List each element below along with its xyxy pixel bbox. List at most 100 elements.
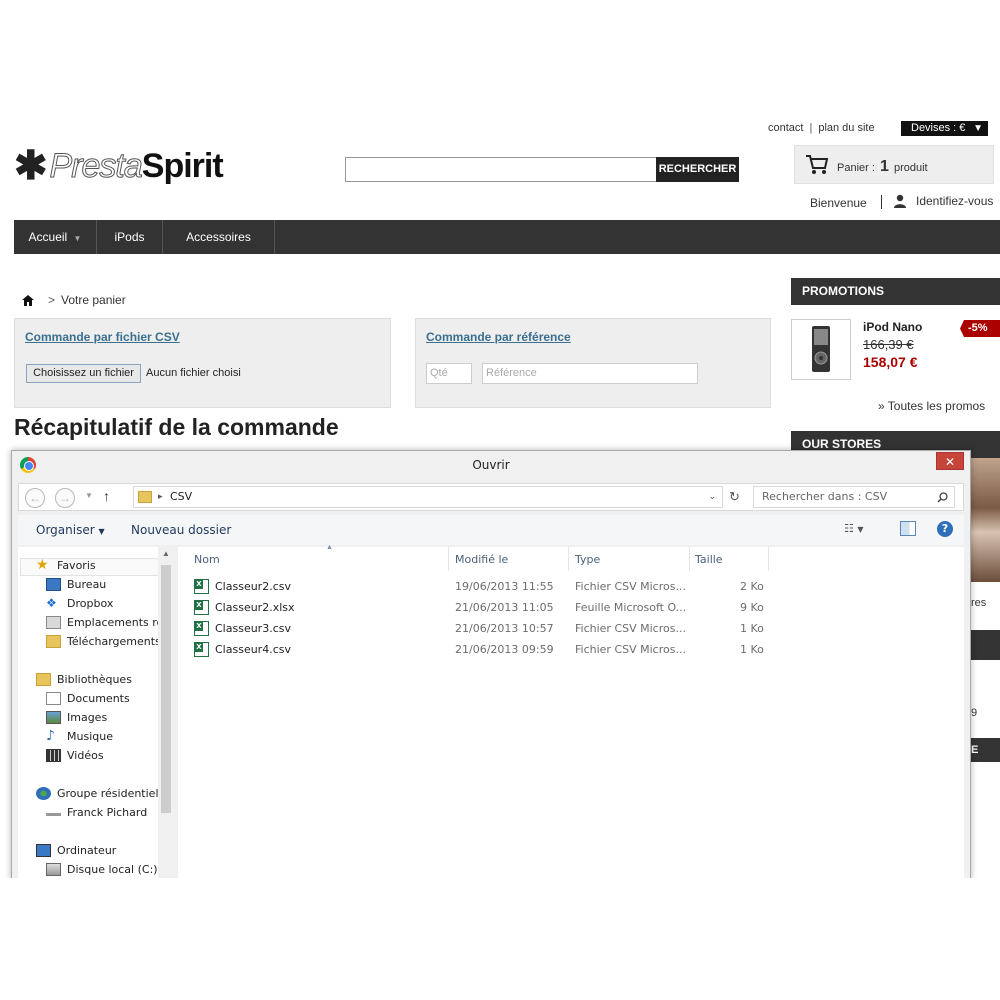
dialog-titlebar[interactable]: Ouvrir ✕ bbox=[12, 451, 970, 479]
file-row[interactable]: Classeur4.csv 21/06/2013 09:59 Fichier C… bbox=[194, 640, 774, 660]
search-icon bbox=[937, 492, 948, 503]
recent-dropdown-icon[interactable]: ▼ bbox=[85, 491, 93, 500]
all-promos-link[interactable]: » Toutes les promos bbox=[878, 399, 985, 413]
nav-favorites[interactable]: ★ Favoris bbox=[36, 557, 96, 573]
nav-item-label: Accueil bbox=[28, 230, 68, 244]
column-header-type[interactable]: Type bbox=[575, 553, 600, 566]
logo-text-bold: Spirit bbox=[141, 146, 224, 185]
column-divider[interactable] bbox=[568, 547, 569, 571]
navigation-scrollbar[interactable]: ▲ bbox=[158, 547, 174, 878]
address-bar: ← → ▼ ↑ ▸ CSV ⌄ ↻ Rechercher dans : CSV bbox=[18, 483, 964, 511]
column-divider[interactable] bbox=[689, 547, 690, 571]
scroll-thumb[interactable] bbox=[161, 565, 171, 813]
column-divider[interactable] bbox=[448, 547, 449, 571]
nav-item-accueil[interactable]: Accueil ▼ bbox=[14, 220, 97, 254]
chevron-down-icon[interactable]: ⌄ bbox=[708, 487, 716, 507]
path-folder-label[interactable]: CSV bbox=[170, 487, 192, 507]
file-row[interactable]: Classeur2.csv 19/06/2013 11:55 Fichier C… bbox=[194, 577, 774, 597]
nav-item-accessoires[interactable]: Accessoires bbox=[163, 220, 275, 254]
nav-downloads-label: Téléchargements bbox=[67, 635, 161, 648]
nav-documents-label: Documents bbox=[67, 692, 130, 705]
nav-recent-places[interactable]: Emplacements réc bbox=[46, 616, 169, 629]
up-arrow-icon[interactable]: ↑ bbox=[103, 488, 110, 504]
csv-order-title[interactable]: Commande par fichier CSV bbox=[25, 330, 180, 344]
promo-product-image[interactable] bbox=[791, 319, 851, 380]
excel-file-icon bbox=[194, 579, 209, 594]
file-row[interactable]: Classeur3.csv 21/06/2013 10:57 Fichier C… bbox=[194, 619, 774, 639]
folder-search-input[interactable]: Rechercher dans : CSV bbox=[753, 486, 955, 508]
file-type: Feuille Microsoft O... bbox=[575, 601, 687, 614]
reference-input[interactable]: Référence bbox=[482, 363, 698, 384]
close-button[interactable]: ✕ bbox=[936, 452, 964, 470]
nav-downloads[interactable]: Téléchargements bbox=[46, 635, 161, 648]
column-divider[interactable] bbox=[768, 547, 769, 571]
chevron-down-icon: ▼ bbox=[973, 123, 983, 134]
nav-music[interactable]: ♪ Musique bbox=[46, 728, 113, 744]
column-header-modified[interactable]: Modifié le bbox=[455, 553, 508, 566]
nav-homegroup-user-label: Franck Pichard bbox=[67, 806, 148, 819]
breadcrumb-current: Votre panier bbox=[61, 293, 126, 307]
nav-local-disk[interactable]: Disque local (C:) bbox=[46, 863, 158, 876]
file-size: 1 Ko bbox=[740, 643, 764, 656]
currency-label: Devises : € bbox=[911, 122, 966, 134]
nav-videos[interactable]: Vidéos bbox=[46, 749, 104, 762]
dialog-toolbar: Organiser ▼ Nouveau dossier ☷ ▼ ? bbox=[18, 515, 964, 545]
discount-badge: -5% bbox=[960, 320, 1000, 337]
nav-dropbox[interactable]: ❖ Dropbox bbox=[46, 597, 113, 611]
chevron-down-icon: ▼ bbox=[73, 234, 82, 243]
file-row[interactable]: Classeur2.xlsx 21/06/2013 11:05 Feuille … bbox=[194, 598, 774, 618]
reference-order-title[interactable]: Commande par référence bbox=[426, 330, 571, 344]
refresh-icon[interactable]: ↻ bbox=[729, 489, 740, 505]
top-links: contact | plan du site bbox=[768, 122, 875, 134]
site-logo[interactable]: ✱ Presta Spirit bbox=[14, 146, 224, 186]
file-type: Fichier CSV Micros... bbox=[575, 643, 686, 656]
quantity-input[interactable]: Qté bbox=[426, 363, 472, 384]
back-arrow-icon[interactable]: ← bbox=[25, 488, 45, 508]
preview-pane-icon[interactable] bbox=[900, 521, 916, 536]
promotions-header: PROMOTIONS bbox=[791, 278, 1000, 305]
nav-computer-label: Ordinateur bbox=[57, 844, 117, 857]
star-icon: ★ bbox=[36, 557, 49, 573]
promo-old-price: 166,39 € bbox=[863, 337, 914, 352]
help-icon[interactable]: ? bbox=[937, 521, 953, 537]
column-header-name[interactable]: Nom bbox=[194, 553, 220, 566]
nav-homegroup-label: Groupe résidentiel bbox=[57, 787, 159, 800]
forward-arrow-icon[interactable]: → bbox=[55, 488, 75, 508]
nav-bureau[interactable]: Bureau bbox=[46, 578, 106, 591]
nav-libraries[interactable]: Bibliothèques bbox=[36, 673, 132, 686]
folder-search-placeholder: Rechercher dans : CSV bbox=[762, 490, 888, 503]
choose-file-button[interactable]: Choisissez un fichier bbox=[26, 364, 141, 383]
sitemap-link[interactable]: plan du site bbox=[818, 122, 874, 134]
file-status: Aucun fichier choisi bbox=[146, 367, 241, 379]
logo-text-light: Presta bbox=[49, 146, 143, 185]
store-image[interactable] bbox=[971, 458, 1000, 582]
sidebar-block-header: E bbox=[971, 738, 1000, 762]
contact-link[interactable]: contact bbox=[768, 122, 803, 134]
nav-images-label: Images bbox=[67, 711, 108, 724]
search-button[interactable]: RECHERCHER bbox=[656, 157, 739, 182]
nav-item-ipods[interactable]: iPods bbox=[97, 220, 163, 254]
column-header-size[interactable]: Taille bbox=[695, 553, 723, 566]
home-icon[interactable] bbox=[22, 294, 34, 306]
new-folder-button[interactable]: Nouveau dossier bbox=[131, 523, 231, 537]
nav-homegroup-user[interactable]: Franck Pichard bbox=[46, 806, 147, 819]
promo-product-name[interactable]: iPod Nano bbox=[863, 320, 922, 334]
excel-file-icon bbox=[194, 621, 209, 636]
nav-documents[interactable]: Documents bbox=[46, 692, 130, 705]
music-icon: ♪ bbox=[46, 728, 55, 744]
search-input[interactable] bbox=[345, 157, 657, 182]
nav-local-disk-label: Disque local (C:) bbox=[67, 863, 158, 876]
file-modified: 21/06/2013 10:57 bbox=[455, 622, 554, 635]
currency-selector[interactable]: Devises : € ▼ bbox=[901, 121, 988, 136]
nav-images[interactable]: Images bbox=[46, 711, 107, 724]
view-options-icon[interactable]: ☷ ▼ bbox=[844, 522, 864, 535]
path-breadcrumb[interactable]: ▸ CSV ⌄ bbox=[133, 486, 723, 508]
login-link[interactable]: Identifiez-vous bbox=[881, 194, 993, 209]
organize-button[interactable]: Organiser ▼ bbox=[36, 523, 105, 537]
nav-homegroup[interactable]: Groupe résidentiel bbox=[36, 787, 159, 800]
nav-computer[interactable]: Ordinateur bbox=[36, 844, 116, 857]
homegroup-icon bbox=[36, 787, 51, 800]
organize-label: Organiser bbox=[36, 523, 95, 537]
cart-block[interactable]: Panier : 1 produit bbox=[794, 145, 994, 184]
scroll-up-icon[interactable]: ▲ bbox=[162, 549, 170, 558]
